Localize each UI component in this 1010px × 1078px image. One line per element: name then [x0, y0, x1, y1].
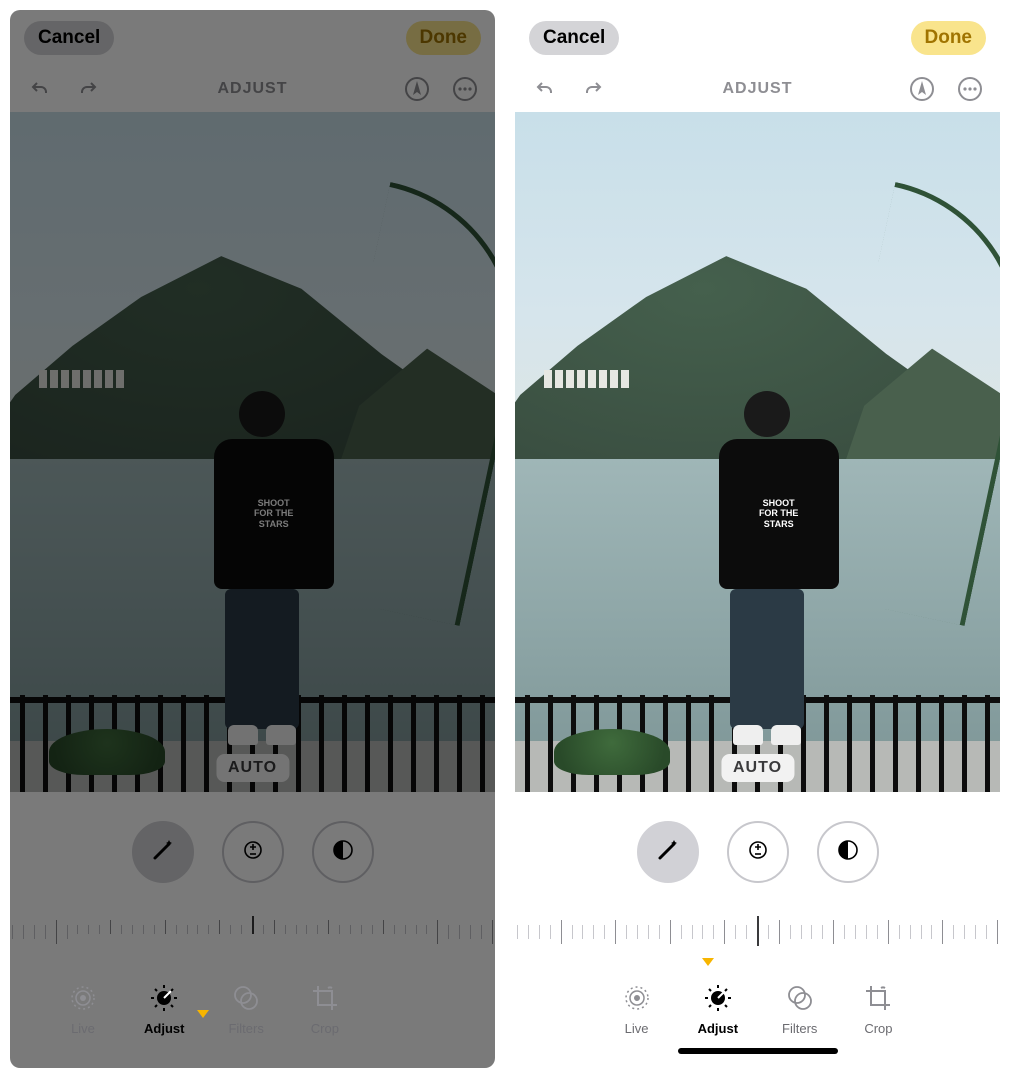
- tab-label: Adjust: [698, 1021, 738, 1036]
- screenshot-left: Cancel Done ADJUST: [10, 10, 495, 1068]
- done-button[interactable]: Done: [911, 21, 987, 55]
- tab-label: Live: [71, 1021, 95, 1036]
- redo-button[interactable]: [72, 73, 104, 105]
- tab-label: Adjust: [144, 1021, 184, 1036]
- adjust-tools-row: [515, 792, 1000, 912]
- auto-badge[interactable]: AUTO: [721, 754, 794, 782]
- top-bar: Cancel Done: [515, 10, 1000, 66]
- brilliance-icon: [836, 838, 860, 867]
- tab-label: Crop: [864, 1021, 892, 1036]
- tool-exposure[interactable]: [222, 821, 284, 883]
- tab-label: Filters: [782, 1021, 817, 1036]
- tab-adjust[interactable]: Adjust: [144, 981, 184, 1036]
- top-bar: Cancel Done: [10, 10, 495, 66]
- adjust-icon: [701, 981, 735, 1015]
- exposure-icon: [746, 838, 770, 867]
- photo-canvas[interactable]: SHOOTFOR THESTARS AUTO: [10, 112, 495, 792]
- tab-live[interactable]: Live: [66, 981, 100, 1036]
- adjust-icon: [147, 981, 181, 1015]
- tab-label: Filters: [228, 1021, 263, 1036]
- crop-icon: [308, 981, 342, 1015]
- secondary-bar: ADJUST: [10, 66, 495, 112]
- screenshot-right: Cancel Done ADJUST: [515, 10, 1000, 1068]
- tab-live[interactable]: Live: [620, 981, 654, 1036]
- done-button[interactable]: Done: [406, 21, 482, 55]
- live-icon: [620, 981, 654, 1015]
- photo-subject: SHOOTFOR THESTARS: [214, 391, 311, 758]
- tab-label: Crop: [311, 1021, 339, 1036]
- exposure-icon: [241, 838, 265, 867]
- filters-icon: [783, 981, 817, 1015]
- tab-crop[interactable]: Crop: [308, 981, 342, 1036]
- photo-subject: SHOOTFOR THESTARS: [719, 391, 816, 758]
- secondary-bar: ADJUST: [515, 66, 1000, 112]
- tab-filters[interactable]: Filters: [228, 981, 263, 1036]
- cancel-button[interactable]: Cancel: [24, 21, 114, 55]
- tool-brilliance[interactable]: [312, 821, 374, 883]
- tab-label: Live: [625, 1021, 649, 1036]
- markup-button[interactable]: [906, 73, 938, 105]
- active-tab-indicator-icon: [197, 1010, 209, 1018]
- wand-icon: [149, 836, 177, 869]
- edit-tab-bar: Live Adjust Filters Crop: [10, 952, 495, 1064]
- section-title: ADJUST: [722, 80, 792, 98]
- tool-auto-enhance[interactable]: [132, 821, 194, 883]
- tab-filters[interactable]: Filters: [782, 981, 817, 1036]
- section-title: ADJUST: [217, 80, 287, 98]
- tab-crop[interactable]: Crop: [861, 981, 895, 1036]
- tool-auto-enhance[interactable]: [637, 821, 699, 883]
- cancel-button[interactable]: Cancel: [529, 21, 619, 55]
- filters-icon: [229, 981, 263, 1015]
- live-icon: [66, 981, 100, 1015]
- brilliance-icon: [331, 838, 355, 867]
- edit-tab-bar: Live Adjust Filters Crop: [515, 952, 1000, 1064]
- crop-icon: [861, 981, 895, 1015]
- tool-brilliance[interactable]: [817, 821, 879, 883]
- undo-button[interactable]: [24, 73, 56, 105]
- photo-canvas[interactable]: SHOOTFOR THESTARS AUTO: [515, 112, 1000, 792]
- home-indicator[interactable]: [678, 1048, 838, 1054]
- wand-icon: [654, 836, 682, 869]
- active-tab-indicator-icon: [702, 958, 714, 966]
- tab-adjust[interactable]: Adjust: [698, 981, 738, 1036]
- adjust-tools-row: [10, 792, 495, 912]
- more-button[interactable]: [449, 73, 481, 105]
- tool-exposure[interactable]: [727, 821, 789, 883]
- more-button[interactable]: [954, 73, 986, 105]
- redo-button[interactable]: [577, 73, 609, 105]
- markup-button[interactable]: [401, 73, 433, 105]
- undo-button[interactable]: [529, 73, 561, 105]
- adjust-slider[interactable]: [515, 912, 1000, 952]
- auto-badge[interactable]: AUTO: [216, 754, 289, 782]
